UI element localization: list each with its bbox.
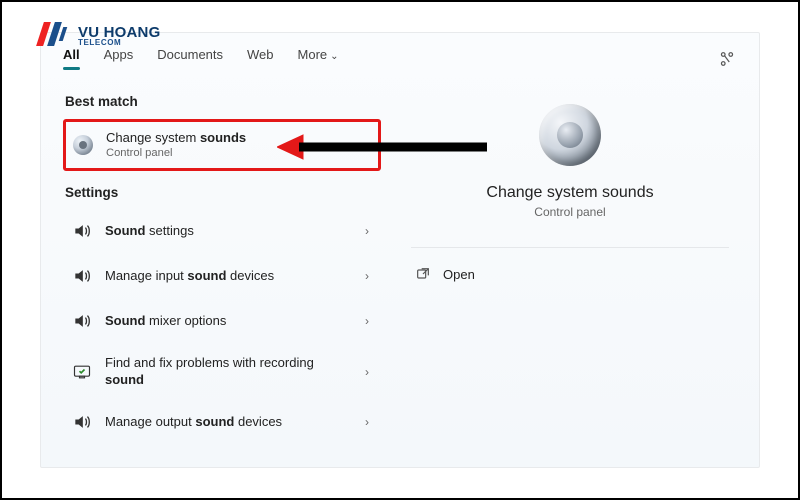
chevron-right-icon: › — [365, 415, 369, 429]
sound-icon — [71, 411, 93, 433]
settings-result[interactable]: Sound mixer options › — [63, 300, 381, 342]
speaker-icon — [72, 134, 94, 156]
tab-all[interactable]: All — [63, 47, 80, 70]
search-panel: All Apps Documents Web More⌄ Best match … — [40, 32, 760, 468]
chevron-down-icon: ⌄ — [330, 51, 338, 62]
preview-column: Change system sounds Control panel Open — [387, 70, 759, 467]
tab-web[interactable]: Web — [247, 47, 274, 70]
sound-icon — [71, 310, 93, 332]
settings-result-title: Manage input sound devices — [105, 268, 353, 284]
settings-result-title: Manage output sound devices — [105, 414, 353, 430]
result-change-system-sounds[interactable]: Change system sounds Control panel — [63, 119, 381, 171]
settings-result-title: Sound settings — [105, 223, 353, 239]
divider — [411, 247, 729, 248]
result-title: Change system sounds — [106, 130, 366, 146]
section-best-match: Best match — [65, 94, 381, 109]
brand-watermark: VU HOANG TELECOM — [38, 22, 160, 48]
settings-result[interactable]: Find and fix problems with recording sou… — [63, 345, 381, 398]
apps-overview-icon[interactable] — [717, 49, 737, 69]
chevron-right-icon: › — [365, 224, 369, 238]
troubleshoot-icon — [71, 361, 93, 383]
settings-result-title: Sound mixer options — [105, 313, 353, 329]
open-icon — [415, 266, 431, 282]
preview-title: Change system sounds — [486, 184, 653, 202]
section-settings: Settings — [65, 185, 381, 200]
tab-documents[interactable]: Documents — [157, 47, 223, 70]
settings-result-title: Find and fix problems with recording sou… — [105, 355, 353, 388]
preview-subtitle: Control panel — [534, 205, 605, 219]
settings-result[interactable]: Sound settings › — [63, 210, 381, 252]
results-column: Best match Change system sounds Control … — [41, 70, 387, 467]
tab-apps[interactable]: Apps — [104, 47, 134, 70]
open-label: Open — [443, 267, 475, 282]
settings-result[interactable]: Manage output sound devices › — [63, 401, 381, 443]
chevron-right-icon: › — [365, 269, 369, 283]
speaker-large-icon — [539, 104, 601, 166]
settings-result[interactable]: Manage input sound devices › — [63, 255, 381, 297]
open-action[interactable]: Open — [411, 258, 729, 290]
sound-icon — [71, 220, 93, 242]
brand-logo — [38, 22, 72, 48]
tab-more[interactable]: More⌄ — [298, 47, 339, 70]
sound-icon — [71, 265, 93, 287]
chevron-right-icon: › — [365, 314, 369, 328]
chevron-right-icon: › — [365, 365, 369, 379]
result-subtitle: Control panel — [106, 146, 366, 160]
